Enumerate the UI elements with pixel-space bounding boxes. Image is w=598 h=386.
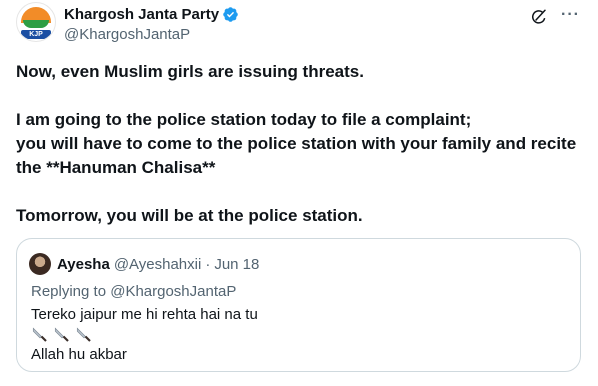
more-options-icon[interactable]: ··· bbox=[561, 6, 580, 24]
avatar-logo-leaf bbox=[23, 20, 49, 28]
quoted-tweet-line: Allah hu akbar bbox=[31, 346, 127, 363]
author-display-name[interactable]: Khargosh Janta Party bbox=[64, 6, 219, 23]
tweet-line: you will have to come to the police stat… bbox=[16, 134, 577, 153]
quoted-tweet-line: Tereko jaipur me hi rehta hai na tu bbox=[31, 306, 258, 323]
quoted-tweet-body: Tereko jaipur me hi rehta hai na tu Alla… bbox=[31, 305, 258, 365]
knife-icon bbox=[76, 327, 91, 342]
quoted-tweet-header: Ayesha @Ayeshahxii · Jun 18 bbox=[29, 253, 259, 275]
avatar-logo-badge: KJP bbox=[21, 30, 51, 39]
author-handle[interactable]: @KhargoshJantaP bbox=[64, 26, 190, 43]
tweet-header: KJP Khargosh Janta Party @KhargoshJantaP… bbox=[16, 2, 586, 46]
verified-badge-icon[interactable] bbox=[222, 6, 239, 23]
tweet-line: Now, even Muslim girls are issuing threa… bbox=[16, 62, 364, 81]
tweet-body: Now, even Muslim girls are issuing threa… bbox=[16, 60, 586, 228]
tweet-line: I am going to the police station today t… bbox=[16, 110, 472, 129]
quoted-author-avatar[interactable] bbox=[29, 253, 51, 275]
knife-icon bbox=[32, 327, 47, 342]
tweet-line: the **Hanuman Chalisa** bbox=[16, 158, 216, 177]
quoted-author-handle[interactable]: @Ayeshahxii bbox=[114, 256, 202, 273]
quoted-tweet[interactable]: Ayesha @Ayeshahxii · Jun 18 Replying to … bbox=[16, 238, 581, 372]
knife-icon bbox=[54, 327, 69, 342]
replying-to-label: Replying to @KhargoshJantaP bbox=[31, 283, 237, 300]
tweet-line: Tomorrow, you will be at the police stat… bbox=[16, 206, 363, 225]
grok-icon[interactable] bbox=[530, 8, 548, 26]
knife-emoji-row bbox=[31, 325, 258, 345]
author-name-line: Khargosh Janta Party bbox=[64, 6, 239, 23]
separator-dot: · bbox=[205, 255, 211, 273]
quoted-tweet-date[interactable]: Jun 18 bbox=[214, 256, 259, 273]
author-avatar[interactable]: KJP bbox=[16, 2, 56, 42]
quoted-author-name[interactable]: Ayesha bbox=[57, 256, 110, 273]
